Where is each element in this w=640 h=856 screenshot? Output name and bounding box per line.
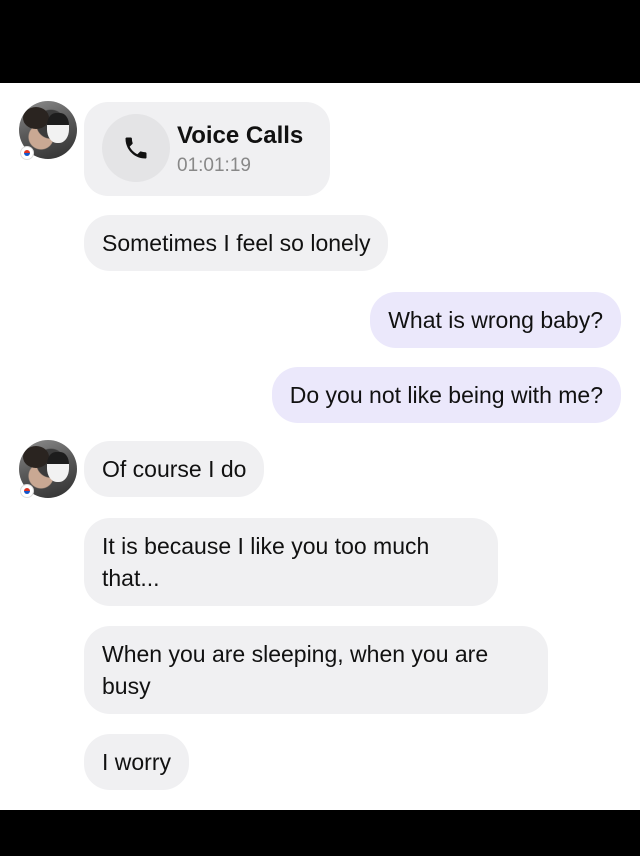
message-bubble[interactable]: Do you not like being with me?	[271, 367, 621, 423]
message-bubble[interactable]: Sometimes I feel so lonely	[84, 215, 389, 271]
message-bubble[interactable]: Of course I do	[84, 441, 265, 497]
top-black-bar	[0, 0, 640, 83]
bottom-black-bar	[0, 810, 640, 856]
call-duration: 01:01:19	[177, 155, 251, 176]
south-korea-flag-icon	[20, 146, 34, 160]
message-bubble[interactable]: I worry	[84, 734, 189, 790]
chat-thread[interactable]: Voice Calls 01:01:19 Sometimes I feel so…	[0, 83, 640, 810]
message-bubble[interactable]: When you are sleeping, when you are busy	[84, 626, 548, 714]
phone-icon	[102, 114, 170, 182]
voice-call-card[interactable]: Voice Calls 01:01:19	[84, 102, 330, 196]
message-bubble[interactable]: What is wrong baby?	[370, 292, 621, 348]
message-bubble[interactable]: It is because I like you too much that..…	[84, 518, 498, 606]
south-korea-flag-icon	[20, 484, 34, 498]
call-title: Voice Calls	[177, 122, 304, 149]
